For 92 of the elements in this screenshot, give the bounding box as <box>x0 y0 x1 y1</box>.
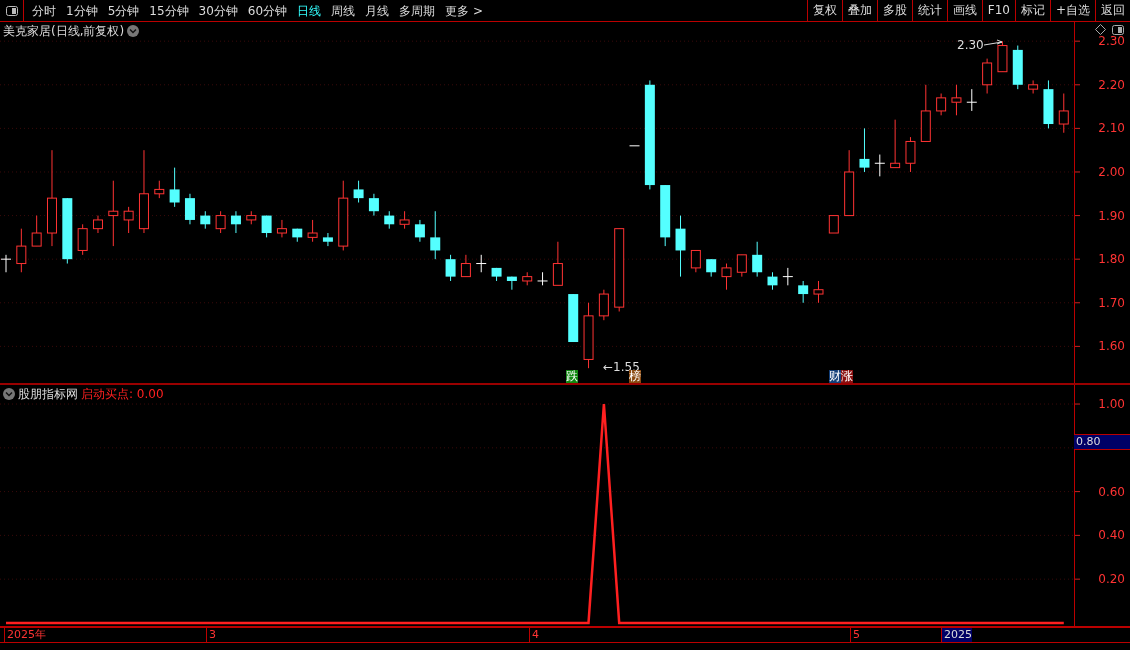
candlestick <box>276 219 287 238</box>
axis-label: 0.40 <box>1098 528 1125 543</box>
candlestick <box>215 210 226 234</box>
high-price-label: 2.30 <box>957 38 984 52</box>
date-label: 3 <box>206 628 216 642</box>
candlestick <box>951 84 962 116</box>
candlestick <box>184 193 195 225</box>
date-label: 2025年 <box>4 628 46 642</box>
period-tab[interactable]: 更多 > <box>440 0 488 21</box>
candlestick <box>690 249 701 273</box>
candlestick <box>0 254 12 273</box>
period-tab[interactable]: 1分钟 <box>61 0 103 21</box>
candlestick <box>16 228 27 273</box>
toolbar-button[interactable]: +自选 <box>1049 0 1095 21</box>
period-tab[interactable]: 5分钟 <box>102 0 145 21</box>
dropdown-icon[interactable] <box>3 388 15 400</box>
candlestick <box>721 263 732 291</box>
panel-toggle-icon[interactable] <box>5 5 18 16</box>
axis-label: 1.70 <box>1098 295 1125 310</box>
candlestick <box>77 223 88 256</box>
candlestick <box>936 93 947 116</box>
candlestick <box>230 210 241 234</box>
candlestick <box>905 136 916 173</box>
period-tab[interactable]: 周线 <box>326 0 361 21</box>
candlestick <box>982 58 993 94</box>
date-label: 2025 <box>941 628 972 642</box>
candlestick <box>966 88 978 112</box>
period-tab[interactable]: 月线 <box>360 0 395 21</box>
toolbar-button[interactable]: 标记 <box>1014 0 1050 21</box>
candlestick <box>368 193 379 217</box>
toolbar-button[interactable]: 复权 <box>806 0 842 21</box>
date-label: 4 <box>529 628 539 642</box>
candlestick <box>890 119 901 169</box>
diamond-icon[interactable] <box>1095 24 1106 35</box>
pointer-arrow <box>983 39 1003 46</box>
toolbar-button[interactable]: 统计 <box>911 0 947 21</box>
period-tab[interactable]: 15分钟 <box>144 0 194 21</box>
candlestick <box>307 219 318 243</box>
candlestick <box>430 210 441 260</box>
candlestick <box>31 215 42 247</box>
axis-label: 2.30 <box>1098 34 1125 49</box>
candlestick <box>322 232 333 247</box>
candlestick <box>552 241 563 286</box>
candlestick <box>123 206 134 234</box>
period-tab[interactable]: 多周期 <box>394 0 441 21</box>
date-label: 5 <box>850 628 860 642</box>
period-tab[interactable]: 30分钟 <box>193 0 243 21</box>
toolbar-button[interactable]: 画线 <box>946 0 982 21</box>
axis-label: 1.80 <box>1098 252 1125 267</box>
candlestick <box>874 154 886 177</box>
period-tab[interactable]: 60分钟 <box>242 0 293 21</box>
axis-label: 0.20 <box>1098 572 1125 587</box>
candlestick <box>353 180 364 203</box>
candlestick <box>859 127 870 173</box>
toolbar-button[interactable]: F10 <box>981 0 1015 21</box>
candlestick <box>736 254 747 278</box>
candlestick <box>445 254 456 282</box>
candlestick <box>752 241 763 278</box>
candlestick <box>414 219 425 243</box>
cursor-value: 0.80 <box>1074 434 1130 450</box>
period-tab[interactable]: 分时 <box>27 0 61 21</box>
toolbar-button[interactable]: 叠加 <box>841 0 877 21</box>
toolbar-button[interactable]: 多股 <box>876 0 912 21</box>
indicator-reading: 启动买点: 0.00 <box>81 386 164 403</box>
event-tag[interactable]: 跌 <box>566 370 578 383</box>
candlestick <box>475 254 487 273</box>
candlestick <box>782 267 794 286</box>
candlestick <box>598 289 609 321</box>
candlestick <box>460 254 471 278</box>
toolbar-button[interactable]: 返回 <box>1095 0 1130 21</box>
candlestick <box>1058 93 1069 134</box>
candlestick <box>813 280 824 304</box>
dropdown-icon[interactable] <box>127 25 140 37</box>
axis-label: 0.60 <box>1098 484 1125 499</box>
axis-label: 1.90 <box>1098 208 1125 223</box>
candlestick <box>506 276 517 291</box>
chart-title: 美克家居(日线,前复权) <box>3 23 125 40</box>
axis-label: 1.60 <box>1098 339 1125 354</box>
candlestick <box>798 280 809 304</box>
candlestick <box>169 167 180 208</box>
indicator-name: 股朋指标网 <box>18 386 78 403</box>
candlestick <box>108 180 119 247</box>
event-tag[interactable]: 涨 <box>841 370 853 383</box>
period-tab[interactable]: 日线 <box>292 0 327 21</box>
candlestick <box>675 215 686 278</box>
event-tag[interactable]: 财 <box>829 370 841 383</box>
panel-toggle-icon[interactable] <box>1112 24 1124 35</box>
axis-label: 2.20 <box>1098 77 1125 92</box>
axis-label: 2.00 <box>1098 165 1125 179</box>
axis-label: 2.10 <box>1098 121 1125 136</box>
axis-label: 1.00 <box>1098 397 1125 412</box>
candlestick <box>1028 79 1039 94</box>
